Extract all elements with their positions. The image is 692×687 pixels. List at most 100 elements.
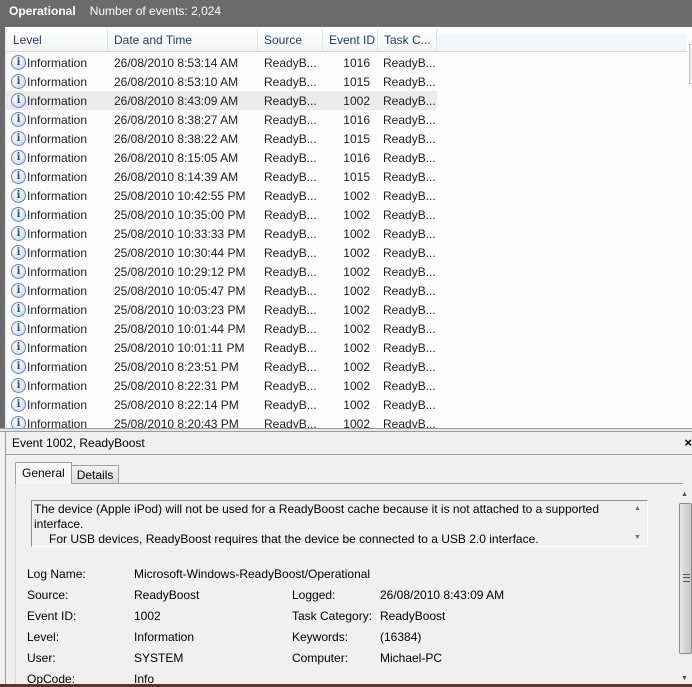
cell-task-category: ReadyB... (383, 397, 436, 412)
cell-level: i Information (7, 302, 108, 317)
cell-task-category: ReadyB... (383, 245, 436, 260)
computer-value: Michael-PC (380, 650, 443, 665)
cell-level: i Information (7, 131, 108, 146)
information-icon: i (11, 169, 26, 184)
cell-date-time: 25/08/2010 10:33:33 PM (114, 226, 246, 241)
cell-source: ReadyB... (264, 74, 317, 89)
cell-source: ReadyB... (264, 169, 317, 184)
column-header-task-category[interactable]: Task C... (378, 29, 437, 52)
table-row[interactable]: i Information 25/08/2010 10:42:55 PM ReadyB… (7, 186, 437, 205)
cell-source: ReadyB... (264, 112, 317, 127)
table-row[interactable]: i Information 25/08/2010 10:29:12 PM ReadyB… (7, 262, 437, 281)
column-header-level[interactable]: Level (7, 29, 108, 52)
table-row[interactable]: i Information 26/08/2010 8:43:09 AM ReadyB.… (7, 91, 437, 110)
level-text: Information (27, 169, 88, 184)
table-row[interactable]: i Information 25/08/2010 10:03:23 PM ReadyB… (7, 300, 437, 319)
user-label: User: (27, 650, 56, 665)
cell-task-category: ReadyB... (383, 340, 436, 355)
cell-event-id: 1002 (343, 416, 370, 429)
cell-task-category: ReadyB... (383, 207, 436, 222)
table-row[interactable]: i Information 25/08/2010 10:35:00 PM ReadyB… (7, 205, 437, 224)
table-row[interactable]: i Information 25/08/2010 10:33:33 PM ReadyB… (7, 224, 437, 243)
cell-event-id: 1002 (343, 359, 370, 374)
cell-date-time: 25/08/2010 10:01:44 PM (114, 321, 246, 336)
cell-date-time: 26/08/2010 8:43:09 AM (114, 93, 239, 108)
column-header-date-time[interactable]: Date and Time (108, 29, 258, 52)
table-row[interactable]: i Information 25/08/2010 10:05:47 PM ReadyB… (7, 281, 437, 300)
information-icon: i (11, 188, 26, 203)
table-row[interactable]: i Information 26/08/2010 8:14:39 AM ReadyB.… (7, 167, 437, 186)
table-row[interactable]: i Information 25/08/2010 10:01:44 PM ReadyB… (7, 319, 437, 338)
table-row[interactable]: i Information 25/08/2010 10:01:11 PM ReadyB… (7, 338, 437, 357)
tab-details[interactable]: Details (70, 465, 120, 484)
source-value: ReadyBoost (134, 587, 200, 602)
information-icon: i (11, 416, 26, 428)
level-text: Information (27, 245, 88, 260)
table-row[interactable]: i Information 25/08/2010 8:22:14 PM ReadyB.… (7, 395, 437, 414)
table-row[interactable]: i Information 26/08/2010 8:53:14 AM ReadyB.… (7, 53, 437, 72)
cell-level: i Information (7, 112, 108, 127)
table-row[interactable]: i Information 25/08/2010 8:23:51 PM ReadyB.… (7, 357, 437, 376)
information-icon: i (11, 55, 26, 70)
cell-event-id: 1002 (343, 264, 370, 279)
cell-task-category: ReadyB... (383, 131, 436, 146)
table-row[interactable]: i Information 25/08/2010 8:22:31 PM ReadyB.… (7, 376, 437, 395)
level-text: Information (27, 131, 88, 146)
information-icon: i (11, 150, 26, 165)
cell-level: i Information (7, 93, 108, 108)
cell-date-time: 25/08/2010 10:35:00 PM (114, 207, 246, 222)
level-text: Information (27, 226, 88, 241)
scrollbar-thumb[interactable] (679, 503, 692, 654)
description-scrollbar[interactable]: ▲ ▼ (630, 501, 647, 546)
cell-event-id: 1002 (343, 188, 370, 203)
event-count: Number of events: 2,024 (89, 4, 222, 18)
cell-source: ReadyB... (264, 378, 317, 393)
table-row[interactable]: i Information 25/08/2010 10:30:44 PM ReadyB… (7, 243, 437, 262)
log-name: Operational (9, 4, 76, 18)
tab-general[interactable]: General (15, 462, 72, 484)
cell-task-category: ReadyB... (383, 283, 436, 298)
table-row[interactable]: i Information 26/08/2010 8:38:22 AM ReadyB.… (7, 129, 437, 148)
information-icon: i (11, 283, 26, 298)
general-tab-panel: The device (Apple iPod) will not be used… (15, 483, 683, 687)
table-row[interactable]: i Information 26/08/2010 8:38:27 AM ReadyB.… (7, 110, 437, 129)
prop-row-level: Level: Information Keywords: (16384) (27, 626, 627, 647)
cell-date-time: 25/08/2010 10:42:55 PM (114, 188, 246, 203)
scroll-down-icon[interactable]: ▼ (681, 675, 688, 682)
cell-source: ReadyB... (264, 302, 317, 317)
cell-event-id: 1002 (343, 283, 370, 298)
column-header-filler (437, 35, 687, 52)
scroll-up-icon[interactable]: ▲ (681, 491, 688, 498)
scroll-up-icon[interactable]: ▲ (634, 505, 641, 512)
information-icon: i (11, 131, 26, 146)
event-description-box[interactable]: The device (Apple iPod) will not be used… (31, 500, 648, 547)
table-row[interactable]: i Information 25/08/2010 8:20:43 PM ReadyB.… (7, 414, 437, 428)
cell-date-time: 25/08/2010 10:30:44 PM (114, 245, 246, 260)
prop-row-source: Source: ReadyBoost Logged: 26/08/2010 8:… (27, 584, 627, 605)
source-label: Source: (27, 587, 69, 602)
description-line-1: The device (Apple iPod) will not be used… (34, 502, 600, 531)
table-row[interactable]: i Information 26/08/2010 8:15:05 AM ReadyB.… (7, 148, 437, 167)
level-label: Level: (27, 629, 60, 644)
prop-row-log-name: Log Name: Microsoft-Windows-ReadyBoost/O… (27, 563, 627, 584)
cell-event-id: 1002 (343, 93, 370, 108)
table-row[interactable]: i Information 26/08/2010 8:53:10 AM ReadyB.… (7, 72, 437, 91)
level-text: Information (27, 74, 88, 89)
cell-task-category: ReadyB... (383, 188, 436, 203)
column-header-event-id[interactable]: Event ID (323, 29, 378, 52)
cell-task-category: ReadyB... (383, 416, 436, 429)
cell-source: ReadyB... (264, 226, 317, 241)
level-text: Information (27, 55, 88, 70)
computer-label: Computer: (292, 650, 349, 665)
cell-level: i Information (7, 321, 108, 336)
close-icon[interactable]: × (684, 435, 692, 450)
cell-date-time: 25/08/2010 8:22:31 PM (114, 378, 239, 393)
preview-scrollbar[interactable]: ▲ ▼ (678, 487, 692, 684)
column-header-source[interactable]: Source (258, 29, 323, 52)
scroll-down-icon[interactable]: ▼ (634, 534, 641, 541)
cell-level: i Information (7, 245, 108, 260)
level-text: Information (27, 207, 88, 222)
task-category-label: Task Category: (292, 608, 373, 623)
cell-date-time: 26/08/2010 8:38:27 AM (114, 112, 239, 127)
cell-level: i Information (7, 169, 108, 184)
